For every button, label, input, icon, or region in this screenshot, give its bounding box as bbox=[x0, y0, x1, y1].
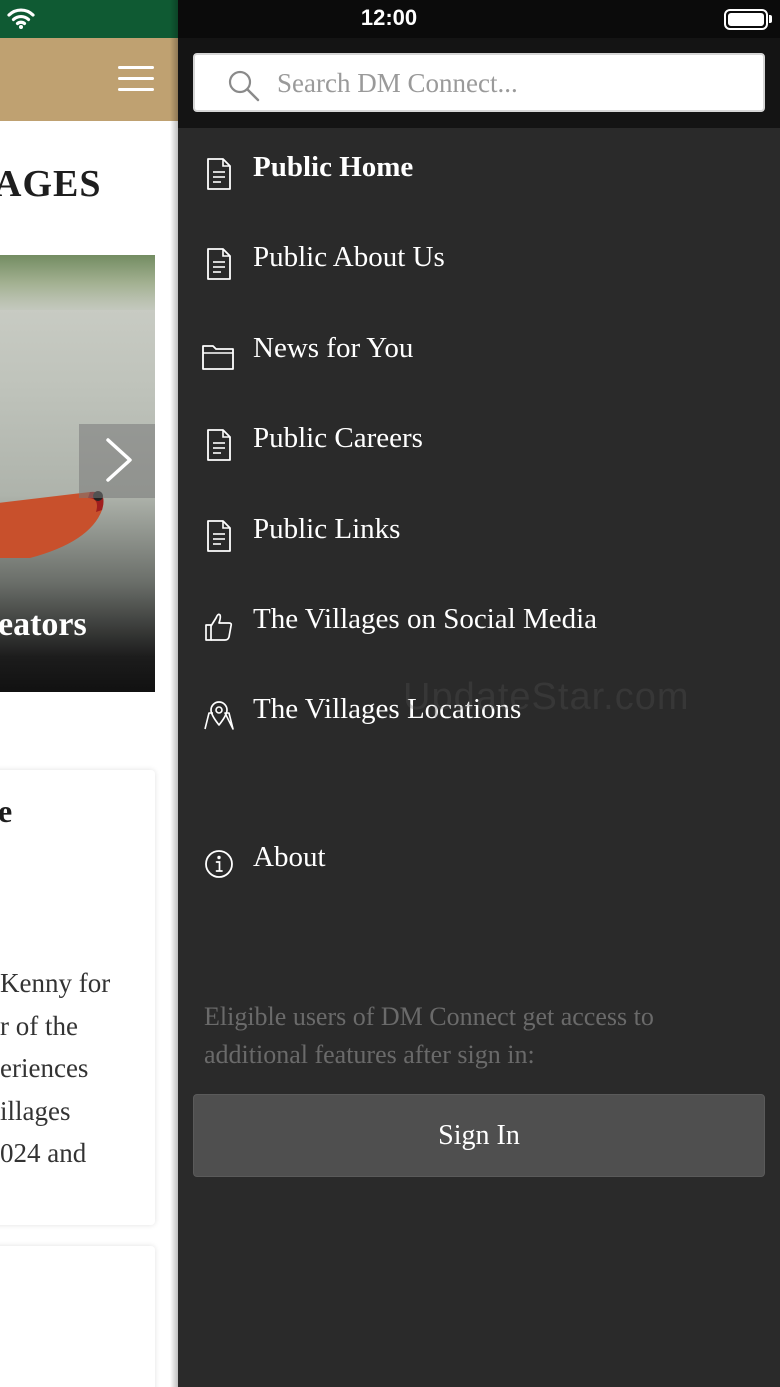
menu-item-label: Public Links bbox=[253, 513, 401, 545]
menu-item-label: Public Home bbox=[253, 151, 414, 183]
menu-item-social-media[interactable]: The Villages on Social Media bbox=[178, 579, 780, 669]
news-card-text: Kenny for r of the eriences illages 024 … bbox=[0, 962, 170, 1175]
document-icon bbox=[207, 429, 231, 461]
thumbs-up-icon bbox=[205, 613, 233, 641]
menu-item-public-links[interactable]: Public Links bbox=[178, 489, 780, 579]
menu-item-label: News for You bbox=[253, 332, 414, 364]
menu-item-public-home[interactable]: Public Home bbox=[178, 127, 780, 217]
news-card-line: r of the bbox=[0, 1010, 78, 1041]
sign-in-button[interactable]: Sign In bbox=[193, 1094, 765, 1177]
battery-icon bbox=[724, 9, 768, 30]
background-page-title: AGES bbox=[0, 163, 102, 205]
sign-in-note: Eligible users of DM Connect get access … bbox=[204, 1002, 654, 1069]
wifi-icon bbox=[7, 8, 35, 29]
lily-pads bbox=[0, 255, 155, 310]
news-card-line: eriences bbox=[0, 1053, 89, 1083]
info-icon bbox=[205, 850, 233, 878]
map-pin-icon bbox=[204, 701, 234, 730]
menu-item-public-about-us[interactable]: Public About Us bbox=[178, 217, 780, 307]
folder-icon bbox=[202, 345, 234, 370]
menu-item-label: About bbox=[253, 841, 326, 873]
chevron-right-icon bbox=[106, 438, 132, 482]
status-bar: 12:00 bbox=[178, 0, 780, 38]
menu-item-public-careers[interactable]: Public Careers bbox=[178, 398, 780, 488]
news-card-title: e bbox=[0, 793, 13, 829]
document-icon bbox=[207, 520, 231, 552]
news-card-line: 024 and bbox=[0, 1138, 87, 1168]
news-card-line: Kenny for bbox=[0, 968, 111, 998]
news-card-line: illages bbox=[0, 1095, 71, 1126]
news-card[interactable] bbox=[0, 1246, 155, 1387]
hamburger-menu-icon[interactable] bbox=[118, 66, 154, 92]
drawer-shadow bbox=[170, 0, 178, 1387]
hero-caption: eators bbox=[0, 606, 87, 643]
status-time: 12:00 bbox=[360, 5, 418, 30]
search-icon bbox=[228, 70, 260, 102]
menu-item-label: The Villages on Social Media bbox=[253, 603, 598, 635]
search-box[interactable] bbox=[193, 53, 765, 112]
search-input[interactable] bbox=[277, 61, 747, 105]
navigation-drawer: 12:00 Public Home bbox=[178, 0, 780, 1387]
menu-item-label: The Villages Locations bbox=[253, 693, 522, 725]
battery-tip bbox=[769, 15, 772, 23]
menu-item-about[interactable]: About bbox=[178, 817, 780, 907]
background-app: AGES eators e Kenny for r of the erience… bbox=[0, 0, 178, 1387]
menu-item-news-for-you[interactable]: News for You bbox=[178, 308, 780, 398]
menu-item-label: Public Careers bbox=[253, 422, 423, 454]
menu-item-label: Public About Us bbox=[253, 241, 445, 273]
menu-item-locations[interactable]: The Villages Locations bbox=[178, 669, 780, 759]
document-icon bbox=[207, 248, 231, 280]
document-icon bbox=[207, 158, 231, 190]
search-bar bbox=[178, 38, 780, 128]
background-status-bar bbox=[0, 0, 178, 38]
